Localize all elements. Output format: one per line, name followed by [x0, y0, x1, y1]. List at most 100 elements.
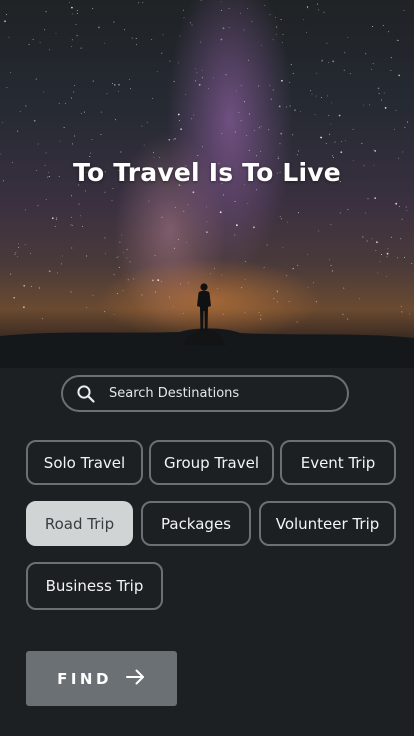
star	[289, 105, 291, 107]
star	[330, 265, 332, 267]
star	[130, 88, 131, 90]
star	[92, 80, 94, 82]
star	[276, 290, 278, 292]
category-chip-road-trip[interactable]: Road Trip	[26, 501, 133, 546]
star	[113, 84, 116, 86]
star	[160, 280, 162, 282]
star	[154, 291, 156, 293]
star	[196, 72, 198, 74]
star	[45, 11, 47, 13]
star	[39, 42, 41, 43]
star	[143, 144, 145, 146]
star	[342, 313, 344, 315]
star	[10, 273, 12, 275]
star	[200, 0, 202, 1]
star	[201, 77, 203, 79]
star	[117, 255, 119, 257]
star	[18, 242, 19, 244]
star	[0, 153, 2, 155]
star	[403, 257, 405, 259]
category-chip-volunteer-trip[interactable]: Volunteer Trip	[259, 501, 396, 546]
star	[19, 111, 21, 112]
star	[82, 226, 83, 228]
star	[310, 90, 312, 92]
category-chip-solo-travel[interactable]: Solo Travel	[26, 440, 143, 485]
star	[228, 26, 230, 28]
star	[404, 126, 406, 128]
star	[222, 27, 225, 30]
search-icon	[75, 383, 97, 405]
star	[74, 135, 75, 137]
star	[263, 266, 265, 268]
star	[152, 279, 154, 282]
star	[56, 272, 58, 274]
category-chip-packages[interactable]: Packages	[141, 501, 251, 546]
star	[253, 226, 255, 229]
star	[394, 128, 395, 130]
star	[191, 118, 193, 120]
star	[198, 83, 201, 86]
star	[104, 311, 106, 313]
star	[371, 238, 373, 240]
star	[183, 17, 185, 19]
category-chip-group-travel[interactable]: Group Travel	[149, 440, 274, 485]
star	[168, 138, 171, 141]
star	[129, 261, 131, 263]
star	[297, 264, 299, 266]
star	[191, 24, 193, 26]
star	[84, 190, 86, 192]
star	[377, 272, 379, 274]
star	[73, 91, 75, 93]
star	[221, 132, 223, 134]
star	[54, 226, 56, 228]
star	[65, 102, 66, 104]
star	[306, 31, 308, 33]
star	[6, 87, 8, 89]
star	[401, 218, 403, 220]
star	[148, 200, 150, 202]
star	[79, 215, 81, 217]
star	[395, 109, 397, 111]
find-button[interactable]: FIND	[26, 651, 177, 706]
arrow-right-icon	[125, 669, 146, 689]
star	[330, 123, 332, 125]
star	[290, 64, 292, 66]
category-chip-business-trip[interactable]: Business Trip	[26, 562, 163, 610]
search-bar[interactable]	[61, 375, 349, 412]
star	[405, 206, 407, 208]
star	[289, 82, 291, 84]
star	[105, 253, 106, 255]
star	[113, 21, 115, 23]
star	[362, 236, 364, 238]
star	[238, 111, 240, 113]
star	[366, 240, 368, 242]
star	[122, 252, 124, 254]
star	[71, 13, 73, 15]
star	[286, 275, 288, 277]
star	[121, 234, 123, 236]
star	[258, 312, 260, 313]
star	[122, 290, 124, 292]
star	[100, 111, 102, 113]
star	[71, 247, 73, 249]
star	[292, 134, 294, 136]
star	[60, 263, 62, 265]
star	[104, 191, 106, 193]
chip-label: Volunteer Trip	[275, 514, 380, 533]
star	[146, 121, 148, 123]
star	[205, 206, 207, 208]
star	[281, 79, 283, 82]
star	[45, 198, 47, 200]
category-chip-event-trip[interactable]: Event Trip	[280, 440, 396, 485]
star	[5, 14, 7, 15]
search-input[interactable]	[107, 385, 347, 402]
star	[173, 81, 175, 82]
chip-label: Business Trip	[45, 577, 144, 595]
star	[311, 93, 313, 95]
star	[106, 93, 108, 95]
star	[338, 114, 341, 117]
star	[32, 38, 34, 40]
star	[306, 6, 308, 8]
star	[282, 33, 284, 35]
star	[115, 119, 117, 121]
